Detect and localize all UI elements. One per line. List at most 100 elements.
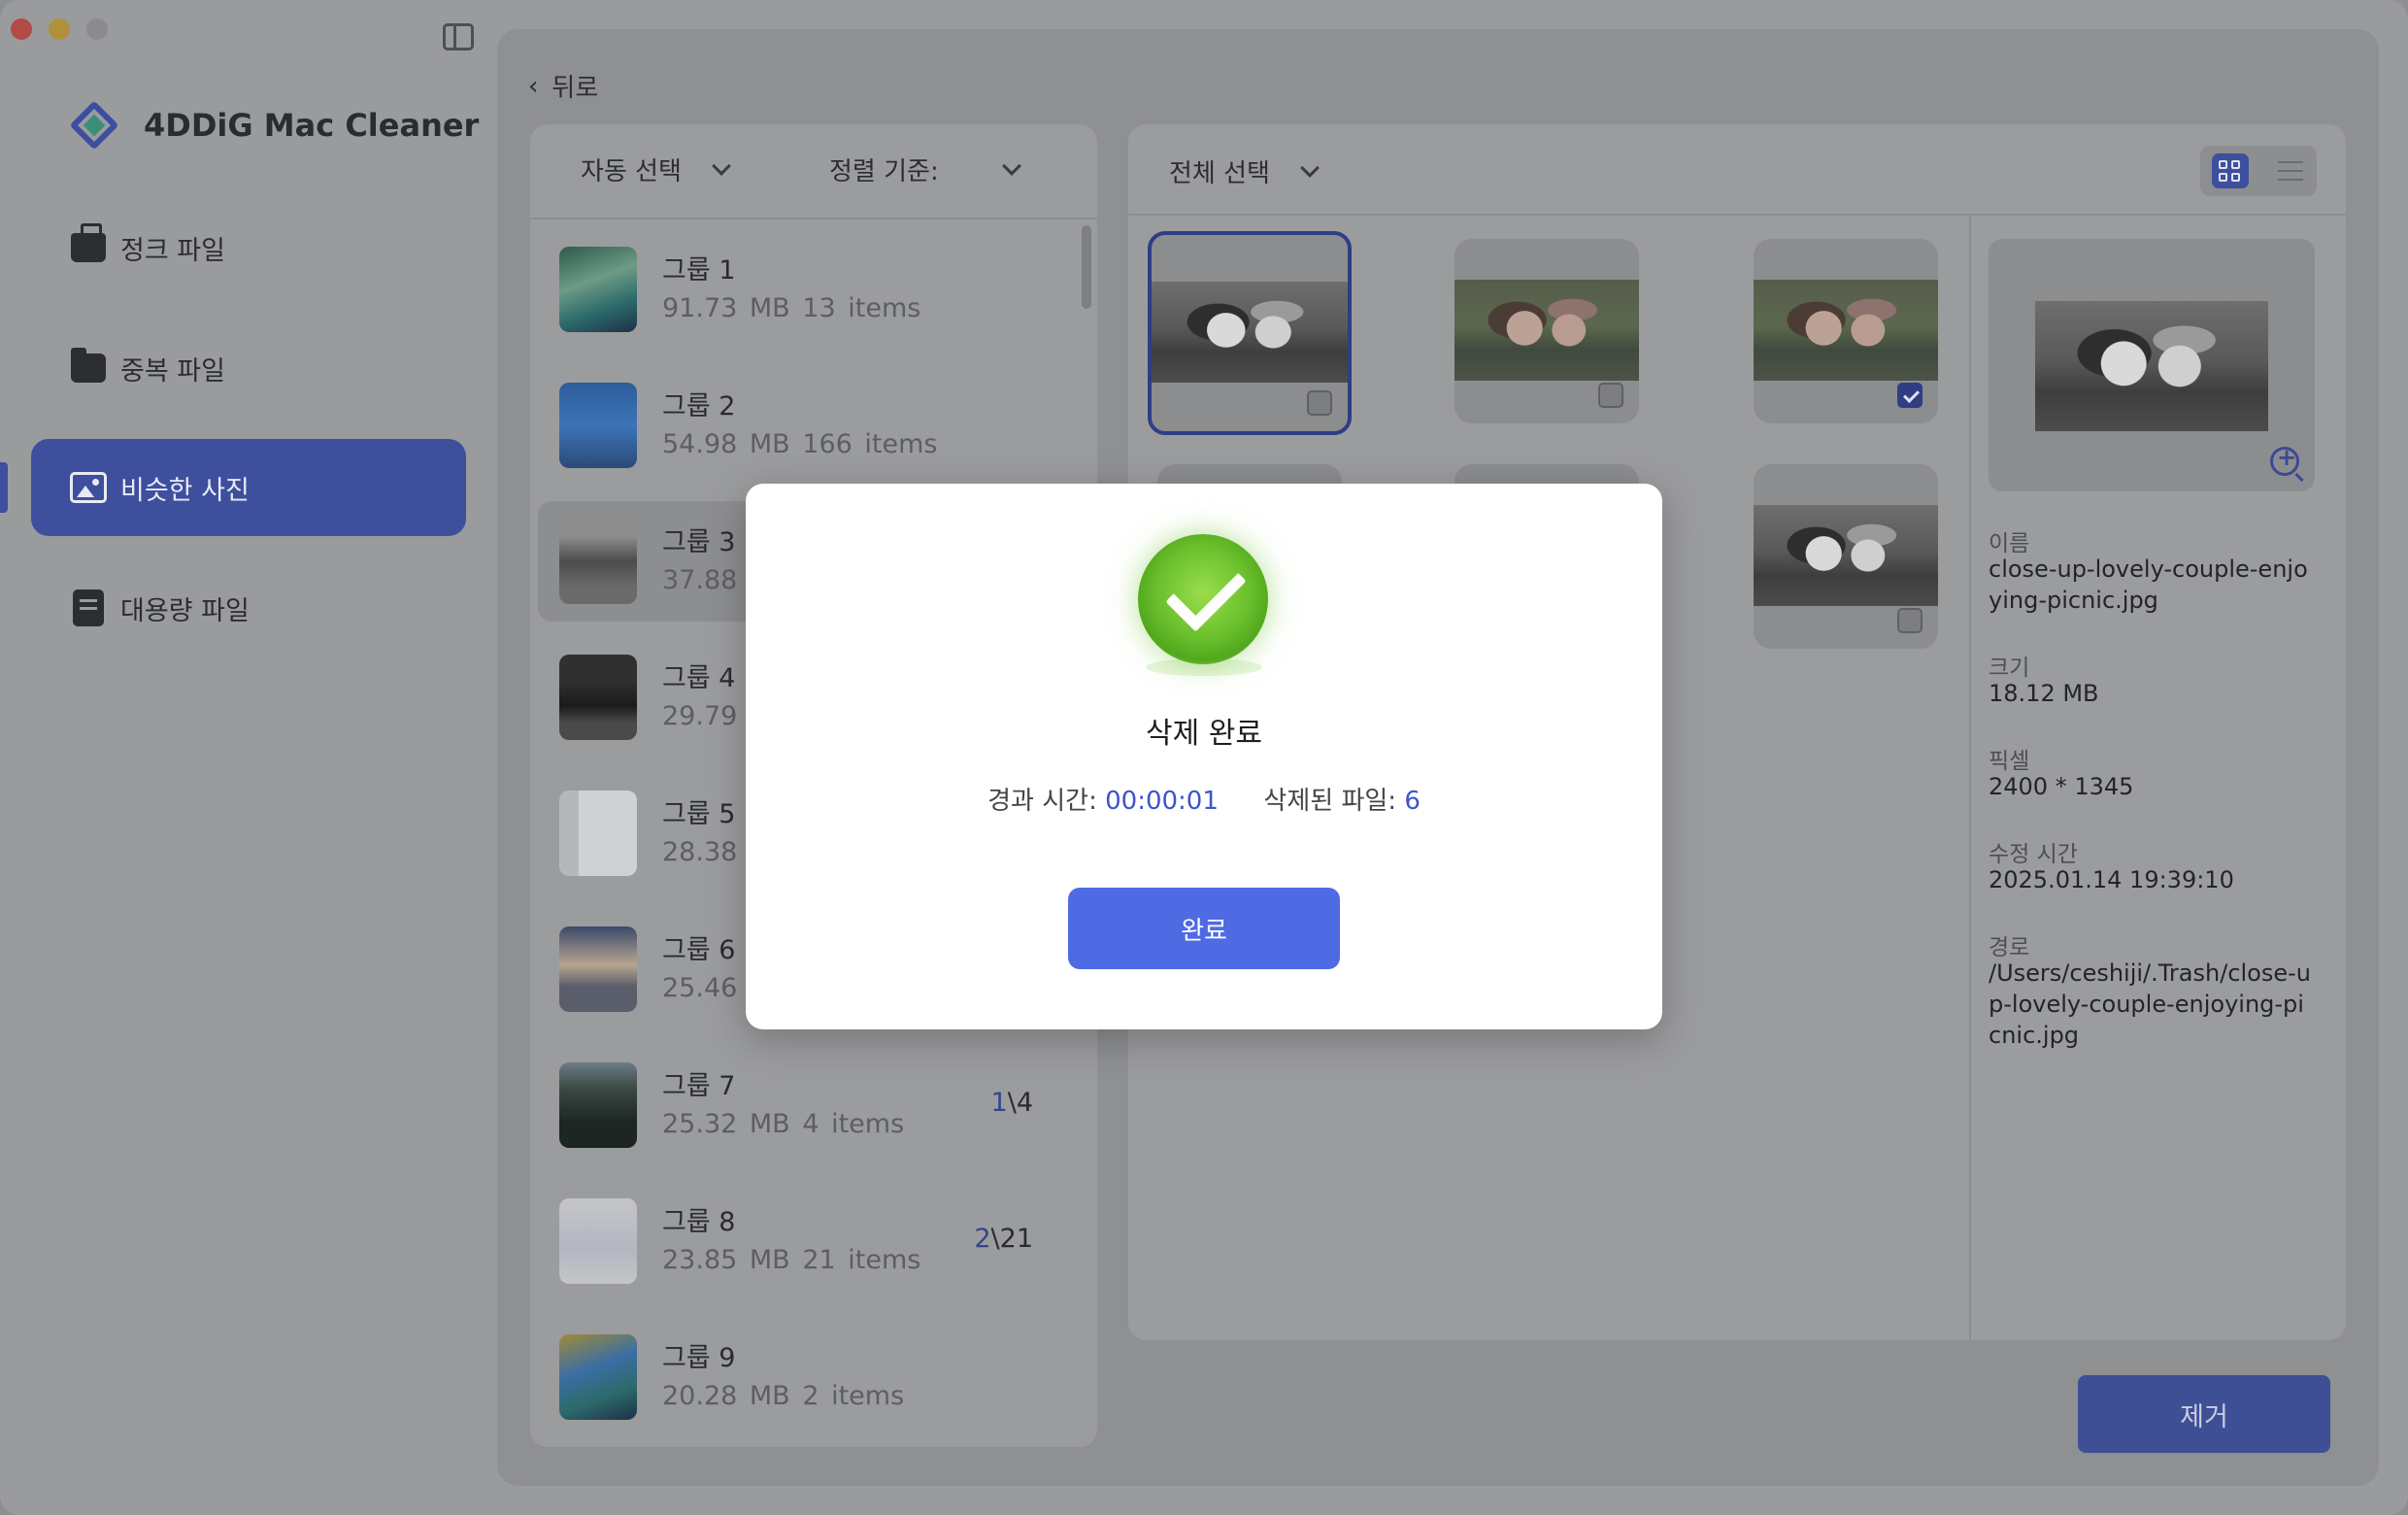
elapsed-label: 경과 시간: [987, 787, 1097, 816]
deleted-value: 6 [1404, 787, 1421, 816]
path-label: 경로 [1989, 928, 2029, 961]
group-meta: 28.38 [662, 837, 737, 867]
group-selection-count: 1\4 [991, 1088, 1033, 1118]
sidebar-toggle-icon[interactable] [443, 23, 474, 50]
photo-checkbox-checked[interactable] [1897, 383, 1923, 408]
pixels-label: 픽셀 [1989, 742, 2029, 775]
photo-checkbox[interactable] [1897, 608, 1923, 633]
group-thumbnail [559, 1334, 637, 1420]
group-meta: 37.88 [662, 565, 737, 595]
zoom-window-button[interactable] [86, 18, 108, 40]
photo-tile-selected[interactable] [1148, 231, 1352, 435]
group-name: 그룹 3 [662, 521, 735, 558]
name-value: close-up-lovely-couple-enjoying-picnic.j… [1989, 554, 2315, 616]
auto-select-dropdown[interactable]: 자동 선택 [581, 152, 728, 187]
zoom-in-icon[interactable] [2270, 447, 2299, 476]
sort-label: 정렬 기준: [829, 152, 939, 187]
name-label: 이름 [1989, 524, 2029, 557]
photo-checkbox[interactable] [1307, 390, 1332, 416]
chevron-left-icon: ‹ [528, 72, 538, 101]
folder-icon [71, 354, 106, 383]
photo-thumbnail [1455, 280, 1639, 381]
group-thumbnail [559, 247, 637, 332]
select-all-dropdown[interactable]: 전체 선택 [1169, 153, 1317, 189]
group-name: 그룹 5 [662, 792, 735, 830]
photo-tile[interactable] [1754, 464, 1938, 649]
group-name: 그룹 7 [662, 1064, 735, 1102]
remove-button[interactable]: 제거 [2078, 1375, 2330, 1453]
group-name: 그룹 4 [662, 656, 735, 694]
chevron-down-icon [1002, 156, 1021, 176]
size-label: 크기 [1989, 649, 2029, 682]
group-thumbnail [559, 791, 637, 876]
group-meta: 20.28 MB 2 items [662, 1381, 904, 1411]
sidebar-item-large-files[interactable]: 대용량 파일 [31, 559, 466, 656]
path-value: /Users/ceshiji/.Trash/close-up-lovely-co… [1989, 958, 2315, 1051]
dialog-stats: 경과 시간: 00:00:01 삭제된 파일: 6 [746, 781, 1662, 817]
app-name: 4DDiG Mac Cleaner [144, 107, 479, 144]
sidebar-item-label: 대용량 파일 [120, 589, 250, 627]
group-thumbnail [559, 926, 637, 1012]
pixels-value: 2400 * 1345 [1989, 771, 2315, 802]
delete-complete-dialog: 삭제 완료 경과 시간: 00:00:01 삭제된 파일: 6 완료 [746, 484, 1662, 1029]
group-selection-count: 2\21 [974, 1224, 1033, 1254]
photo-thumbnail [1754, 280, 1938, 381]
list-view-icon[interactable] [2278, 161, 2303, 181]
chevron-down-icon [712, 156, 731, 176]
modified-label: 수정 시간 [1989, 835, 2078, 868]
divider [1128, 214, 2346, 216]
group-meta: 29.79 [662, 701, 737, 731]
junk-broom-icon [71, 233, 106, 262]
group-thumbnail [559, 1062, 637, 1148]
sort-dropdown[interactable]: 정렬 기준: [829, 152, 1019, 187]
select-all-label: 전체 선택 [1169, 153, 1270, 189]
group-row[interactable]: 그룹 9 20.28 MB 2 items [538, 1317, 1078, 1437]
group-name: 그룹 8 [662, 1200, 735, 1238]
grid-view-icon[interactable] [2212, 153, 2249, 188]
group-row[interactable]: 그룹 8 23.85 MB 21 items 2\21 [538, 1181, 1078, 1301]
group-row[interactable]: 그룹 2 54.98 MB 166 items [538, 365, 1078, 486]
back-button[interactable]: ‹ 뒤로 [528, 68, 598, 104]
scrollbar[interactable] [1082, 225, 1091, 309]
group-row[interactable]: 그룹 1 91.73 MB 13 items [538, 229, 1078, 350]
group-thumbnail [559, 655, 637, 740]
auto-select-label: 자동 선택 [581, 152, 682, 187]
group-name: 그룹 9 [662, 1336, 735, 1374]
group-meta: 25.46 [662, 973, 737, 1003]
sidebar-item-duplicate-files[interactable]: 중복 파일 [31, 320, 466, 417]
close-window-button[interactable] [11, 18, 32, 40]
group-thumbnail [559, 519, 637, 604]
divider [1969, 216, 1971, 1340]
sidebar-item-label: 중복 파일 [120, 350, 225, 387]
divider [530, 218, 1097, 219]
sidebar-item-junk-files[interactable]: 정크 파일 [31, 199, 466, 296]
photo-thumbnail [1152, 282, 1348, 383]
photo-checkbox[interactable] [1598, 383, 1623, 408]
photo-tile[interactable] [1455, 239, 1639, 423]
brand: 4DDiG Mac Cleaner [68, 99, 479, 152]
group-name: 그룹 6 [662, 928, 735, 966]
group-row[interactable]: 그룹 7 25.32 MB 4 items 1\4 [538, 1045, 1078, 1165]
size-value: 18.12 MB [1989, 678, 2315, 709]
deleted-label: 삭제된 파일: [1263, 787, 1396, 816]
dialog-title: 삭제 완료 [746, 709, 1662, 752]
photo-thumbnail [1754, 505, 1938, 606]
minimize-window-button[interactable] [49, 18, 70, 40]
group-thumbnail [559, 383, 637, 468]
view-mode-toggle [2200, 146, 2317, 196]
chevron-down-icon [1300, 158, 1320, 178]
group-name: 그룹 1 [662, 249, 735, 286]
sidebar-item-label: 정크 파일 [120, 229, 225, 267]
large-file-icon [73, 589, 104, 626]
done-button[interactable]: 완료 [1068, 888, 1340, 969]
success-check-icon [1138, 534, 1268, 664]
group-meta: 23.85 MB 21 items [662, 1245, 920, 1275]
sidebar-item-similar-photos[interactable]: 비슷한 사진 [31, 439, 466, 536]
photo-preview [1989, 239, 2315, 491]
photo-tile[interactable] [1754, 239, 1938, 423]
group-thumbnail [559, 1198, 637, 1284]
elapsed-value: 00:00:01 [1105, 787, 1219, 816]
app-logo-icon [68, 99, 120, 152]
group-meta: 54.98 MB 166 items [662, 429, 938, 459]
back-label: 뒤로 [552, 68, 598, 104]
